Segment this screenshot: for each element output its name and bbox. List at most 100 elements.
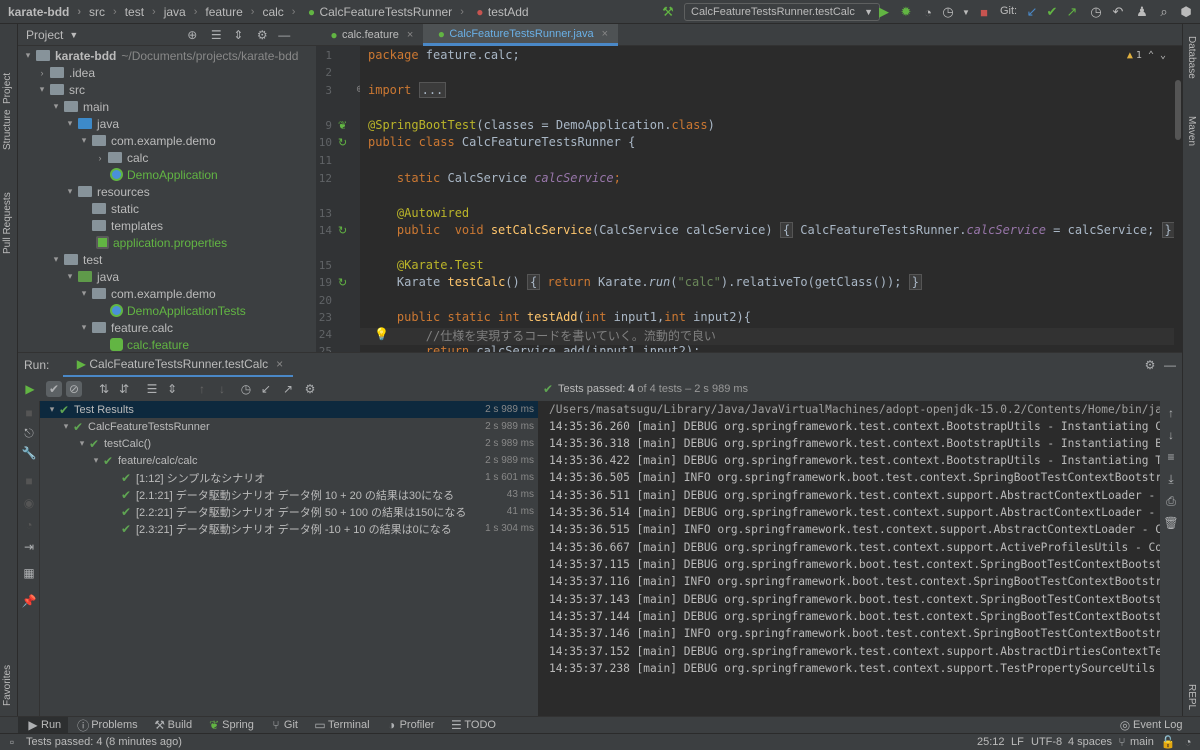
chevron-down-icon[interactable]: ▾: [64, 186, 76, 197]
chevron-down-icon[interactable]: ▾: [78, 135, 90, 146]
breadcrumb-feature[interactable]: feature ›: [197, 0, 254, 24]
tree-item-demo-application[interactable]: DemoApplication: [18, 166, 316, 183]
breadcrumb-project[interactable]: karate-bdd ›: [0, 0, 81, 24]
tool-tab-run[interactable]: ▶ Run: [18, 717, 69, 733]
gear-icon[interactable]: ⚙: [302, 381, 318, 397]
previous-failed-icon[interactable]: ↑: [194, 381, 210, 397]
tree-root[interactable]: ▾ karate-bdd ~/Documents/projects/karate…: [18, 47, 316, 64]
breadcrumb-test[interactable]: test ›: [117, 0, 156, 24]
sort-duration-icon[interactable]: ⇵: [116, 381, 132, 397]
tree-item-test-java[interactable]: ▾ java: [18, 268, 316, 285]
close-icon[interactable]: ×: [602, 28, 608, 40]
tree-item-main-java[interactable]: ▾ java: [18, 115, 316, 132]
profile-icon[interactable]: ◷: [940, 4, 956, 20]
console-output[interactable]: /Users/masatsugu/Library/Java/JavaVirtua…: [538, 401, 1160, 716]
test-row-scenario[interactable]: ✔ [2.3:21] データ駆動シナリオ データ例 -10 + 10 の結果は0…: [40, 520, 538, 537]
chevron-down-icon[interactable]: ▾: [22, 50, 34, 61]
run-gutter-icon[interactable]: ↻: [338, 276, 347, 289]
test-row-testcalc[interactable]: ▾ ✔ testCalc() 2 s 989 ms: [40, 435, 538, 452]
run-gutter-icon[interactable]: ↻: [338, 224, 347, 237]
chevron-down-icon[interactable]: ⌄: [1160, 50, 1166, 61]
tree-item-test-package[interactable]: ▾ com.example.demo: [18, 285, 316, 302]
run-configuration-select[interactable]: CalcFeatureTestsRunner.testCalc ▼: [684, 3, 880, 21]
chevron-down-icon[interactable]: ▼: [69, 30, 78, 40]
history-icon[interactable]: ◷: [1088, 4, 1104, 20]
panel-toggle-icon[interactable]: ▫: [4, 734, 20, 750]
tree-item-feature-calc[interactable]: ▾ feature.calc: [18, 319, 316, 336]
git-update-icon[interactable]: ↙: [1024, 4, 1040, 20]
stop-icon[interactable]: ■: [21, 405, 37, 421]
tree-item-demo-application-tests[interactable]: DemoApplicationTests: [18, 302, 316, 319]
wrench-icon[interactable]: 🔧: [21, 445, 37, 461]
rollback-icon[interactable]: ↶: [1110, 4, 1126, 20]
chevron-down-icon[interactable]: ▾: [50, 254, 62, 265]
arrow-up-icon[interactable]: ↑: [1163, 405, 1179, 421]
coverage-icon[interactable]: ◔: [920, 4, 936, 20]
chevron-down-icon[interactable]: ▾: [90, 455, 102, 466]
tree-item-application-properties[interactable]: application.properties: [18, 234, 316, 251]
close-icon[interactable]: ×: [276, 357, 283, 371]
tree-item-resources[interactable]: ▾ resources: [18, 183, 316, 200]
breadcrumb-calc[interactable]: calc ›: [254, 0, 295, 24]
line-separator[interactable]: LF: [1011, 736, 1024, 748]
sort-alpha-icon[interactable]: ⇅: [96, 381, 112, 397]
code-editor[interactable]: package feature.calc; import ... @Spring…: [360, 46, 1174, 352]
run-icon[interactable]: ▶: [876, 4, 892, 20]
breadcrumb-src[interactable]: src ›: [81, 0, 117, 24]
test-row-scenario[interactable]: ✔ [2.1:21] データ駆動シナリオ データ例 10 + 20 の結果は30…: [40, 486, 538, 503]
export-tests-icon[interactable]: ↗: [280, 381, 296, 397]
more-run-options-icon[interactable]: ▼: [958, 4, 974, 20]
tab-calc-feature-tests-runner[interactable]: ● CalcFeatureTestsRunner.java ×: [423, 24, 619, 46]
exit-icon[interactable]: ⇥: [21, 539, 37, 555]
user-icon[interactable]: ♟: [1134, 4, 1150, 20]
tree-item-idea[interactable]: › .idea: [18, 64, 316, 81]
tree-item-calc-feature[interactable]: calc.feature: [18, 336, 316, 352]
tool-window-project[interactable]: Project: [2, 73, 13, 104]
chevron-down-icon[interactable]: ▾: [64, 118, 76, 129]
tool-window-favorites[interactable]: Favorites: [2, 665, 13, 706]
tree-item-static[interactable]: static: [18, 200, 316, 217]
run-gutter-icon[interactable]: ↻: [338, 136, 347, 149]
camera-icon[interactable]: ◉: [21, 495, 37, 511]
locate-icon[interactable]: ⊕: [184, 27, 200, 43]
inspection-widget[interactable]: ▲ 1 ⌃ ⌄: [1127, 50, 1166, 61]
editor-scrollbar[interactable]: [1174, 46, 1182, 352]
tool-window-maven[interactable]: Maven: [1186, 116, 1197, 146]
git-commit-icon[interactable]: ✔: [1044, 4, 1060, 20]
project-panel-title[interactable]: Project: [26, 28, 63, 42]
spring-bean-icon[interactable]: ❦: [338, 119, 347, 132]
scrollbar-thumb[interactable]: [1175, 80, 1181, 140]
tool-window-repl[interactable]: REPL: [1186, 684, 1197, 710]
breadcrumb-class[interactable]: ● CalcFeatureTestsRunner ›: [295, 0, 464, 24]
arrow-down-icon[interactable]: ↓: [1163, 427, 1179, 443]
import-tests-icon[interactable]: ↙: [258, 381, 274, 397]
tool-tab-problems[interactable]: ⓘ Problems: [68, 717, 144, 733]
hide-icon[interactable]: —: [1162, 357, 1178, 373]
chevron-right-icon[interactable]: ›: [94, 153, 106, 163]
tool-tab-build[interactable]: ⚒ Build: [145, 717, 199, 733]
history-icon[interactable]: ◷: [238, 381, 254, 397]
scroll-to-end-icon[interactable]: ⤓: [1163, 471, 1179, 487]
tree-item-main[interactable]: ▾ main: [18, 98, 316, 115]
tool-tab-spring[interactable]: ❦ Spring: [199, 717, 261, 733]
hide-icon[interactable]: —: [276, 27, 292, 43]
coverage-icon[interactable]: ◔: [21, 517, 37, 533]
build-hammer-icon[interactable]: ⚒: [660, 4, 676, 20]
chevron-down-icon[interactable]: ▾: [64, 271, 76, 282]
test-row-scenario[interactable]: ✔ [1:12] シンプルなシナリオ 1 s 601 ms: [40, 469, 538, 486]
gear-icon[interactable]: ⚙: [1142, 357, 1158, 373]
chevron-down-icon[interactable]: ▾: [76, 438, 88, 449]
status-message[interactable]: Tests passed: 4 (8 minutes ago): [26, 736, 182, 748]
stop-icon[interactable]: ■: [21, 473, 37, 489]
git-branch[interactable]: main: [1130, 736, 1154, 748]
print-icon[interactable]: ⎙: [1163, 493, 1179, 509]
tab-calc-feature[interactable]: ● calc.feature ×: [316, 24, 423, 46]
test-row-runner[interactable]: ▾ ✔ CalcFeatureTestsRunner 2 s 989 ms: [40, 418, 538, 435]
tree-item-main-package[interactable]: ▾ com.example.demo: [18, 132, 316, 149]
expand-all-icon[interactable]: ☰: [208, 27, 224, 43]
tool-tab-event-log[interactable]: ◎ Event Log: [1110, 717, 1190, 733]
tree-item-templates[interactable]: templates: [18, 217, 316, 234]
debug-rerun-icon[interactable]: ⎋: [21, 425, 37, 441]
chevron-down-icon[interactable]: ▾: [78, 288, 90, 299]
show-ignored-icon[interactable]: ⊘: [66, 381, 82, 397]
